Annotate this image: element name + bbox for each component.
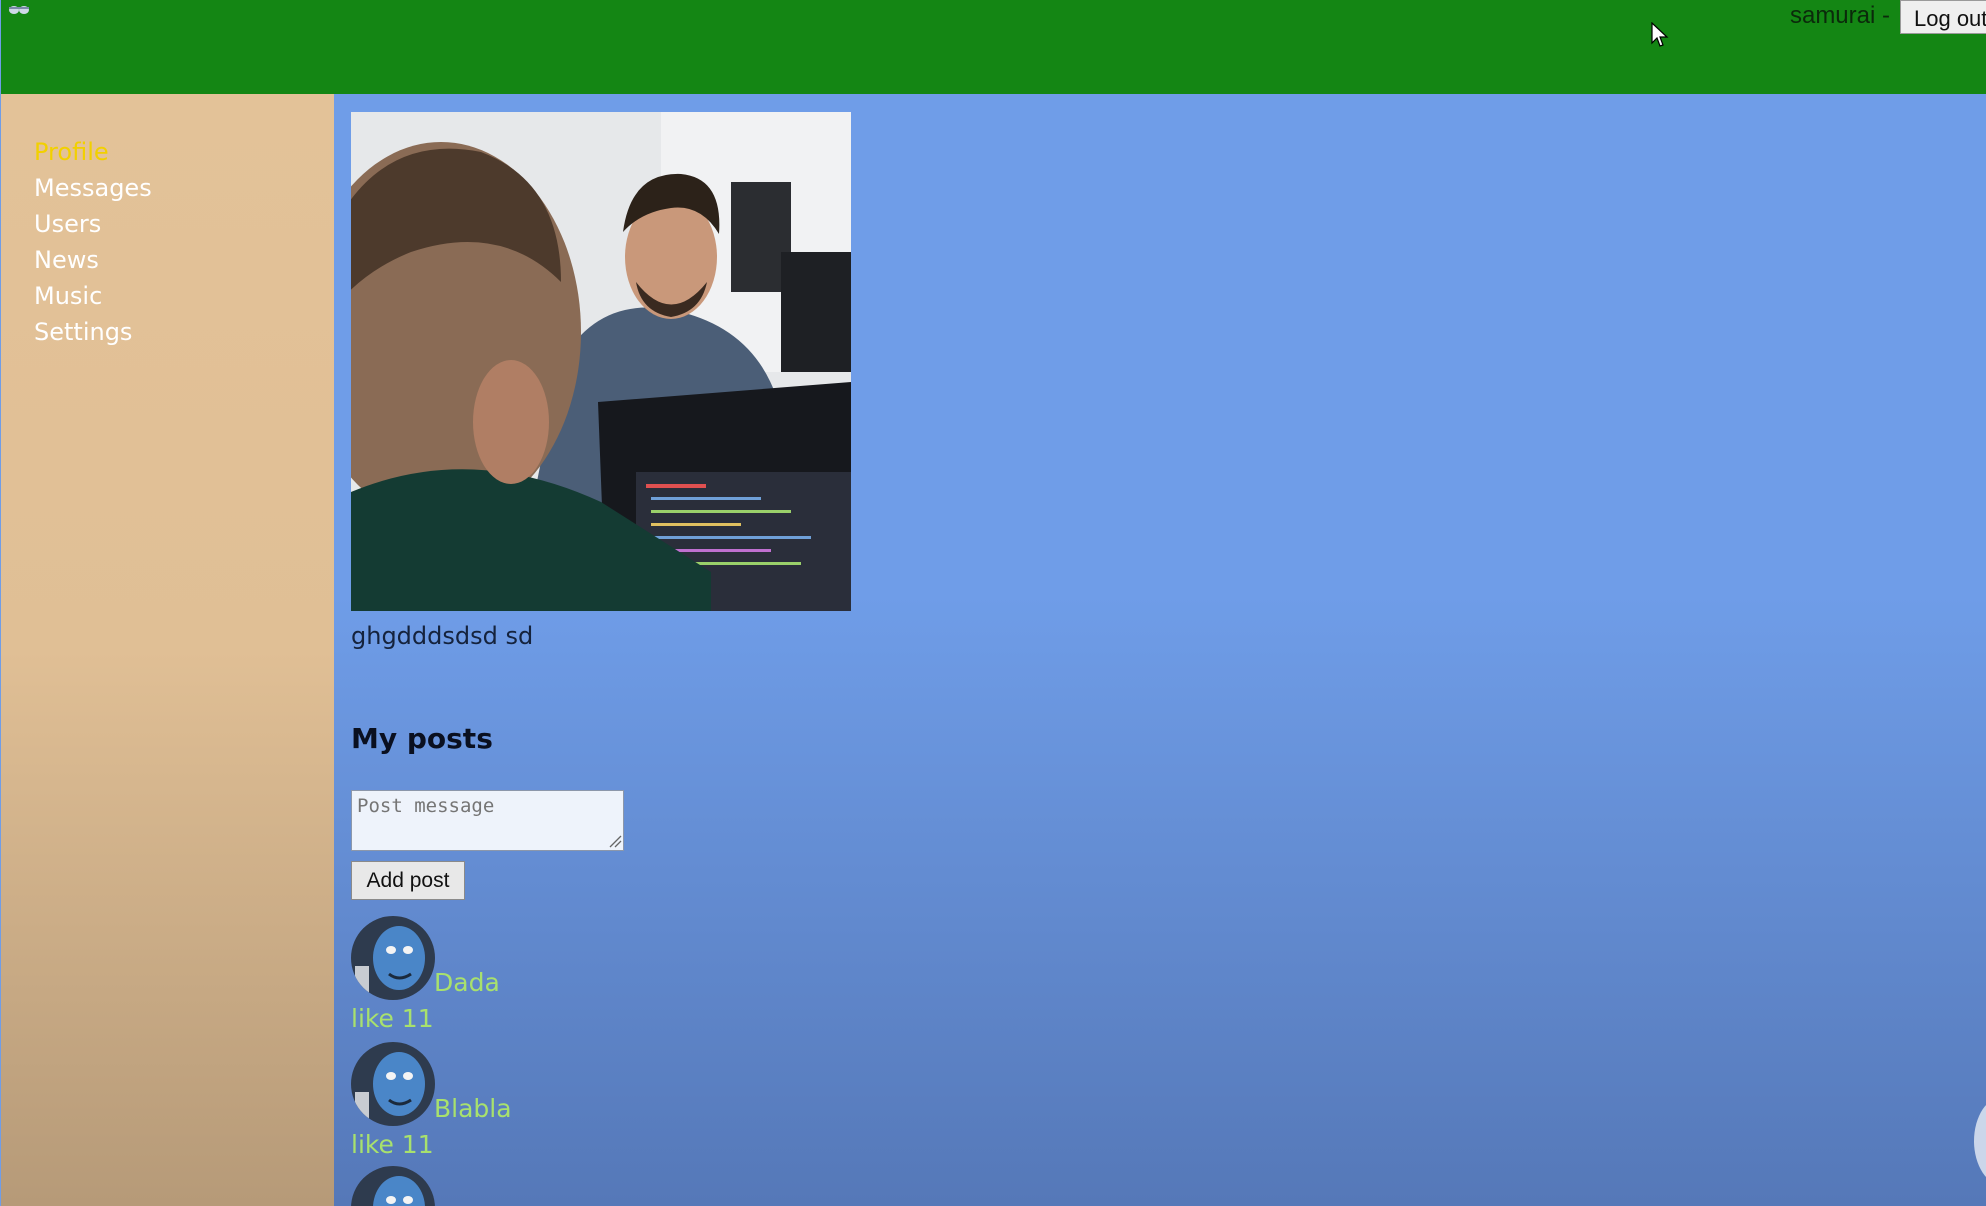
add-post-button[interactable]: Add post — [351, 861, 465, 900]
post-likes: like 11 — [351, 1130, 434, 1159]
post-item: Dada like 11 — [351, 916, 651, 1042]
profile-status[interactable]: ghgdddsdsd sd — [351, 622, 533, 650]
resize-grip-icon[interactable] — [608, 834, 622, 848]
post-message: Dada — [434, 968, 500, 997]
profile-content: ghgdddsdsd sd My posts Add post Dada lik… — [334, 94, 1986, 1206]
avatar-icon — [351, 916, 435, 1000]
nav-profile[interactable]: Profile — [34, 134, 334, 170]
nav-users[interactable]: Users — [34, 206, 334, 242]
app-logo-icon — [9, 6, 29, 14]
post-message-input[interactable] — [351, 790, 624, 851]
nav-messages[interactable]: Messages — [34, 170, 334, 206]
login-username: samurai - — [1789, 2, 1890, 29]
my-posts-title: My posts — [351, 722, 493, 755]
nav-music[interactable]: Music — [34, 278, 334, 314]
header: samurai - Log out — [1, 0, 1986, 94]
nav-settings[interactable]: Settings — [34, 314, 334, 350]
post-likes: like 11 — [351, 1004, 434, 1033]
post-item: Blabla like 11 — [351, 1042, 651, 1168]
nav-news[interactable]: News — [34, 242, 334, 278]
logout-button[interactable]: Log out — [1900, 0, 1986, 34]
profile-photo — [351, 112, 851, 611]
mouse-cursor-icon — [1651, 22, 1669, 47]
avatar-icon — [351, 1166, 435, 1206]
post-message: Blabla — [434, 1094, 512, 1123]
sidebar: Profile Messages Users News Music Settin… — [1, 94, 334, 1206]
login-block: samurai - Log out — [1790, 0, 1986, 36]
avatar-icon — [351, 1042, 435, 1126]
